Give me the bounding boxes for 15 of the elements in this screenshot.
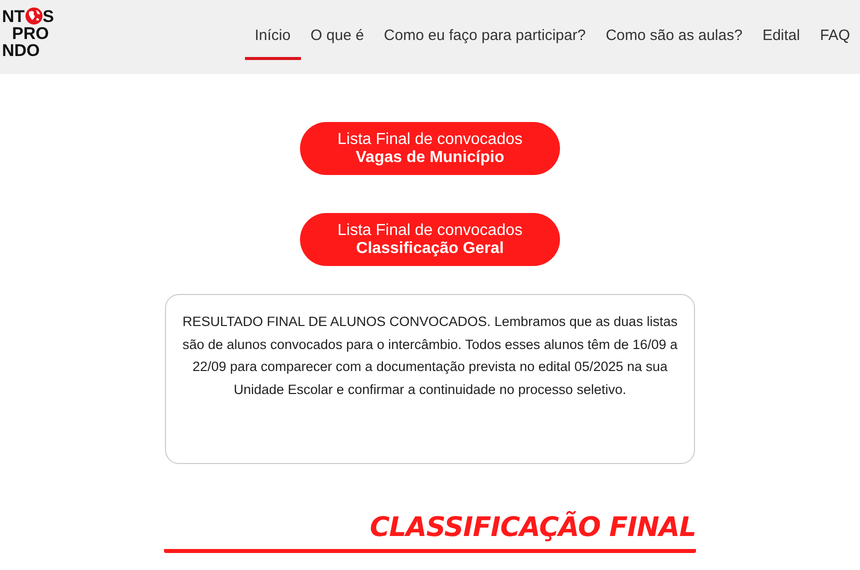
nav-tab[interactable]: Início (244, 0, 301, 60)
nav-tab[interactable]: Como eu faço para participar? (374, 0, 596, 60)
logo-text: PRO (11, 25, 50, 42)
notice-text: RESULTADO FINAL DE ALUNOS CONVOCADOS. Lembramos que as duas listas são de alunos convocados para o intercâmbio. Todos esses alunos têm de 16/09 a 22/09 para comparecer com a documentação prevista no edital 05/2025 na sua Unidade Escolar e confirmar a continuidade no processo seletivo. (181, 313, 679, 399)
globe-icon (24, 7, 43, 25)
logo-text: S (42, 8, 54, 24)
nav-tab[interactable]: Como são as aulas? (596, 0, 752, 60)
nav-tab[interactable]: Edital (752, 0, 810, 60)
logo-text: NDO (2, 42, 41, 59)
nav-tab[interactable]: FAQ (810, 0, 860, 60)
section-heading: CLASSIFICAÇÃO FINAL (368, 512, 696, 543)
list-button[interactable]: Lista Final de convocados Vagas de Município (300, 122, 560, 175)
list-button[interactable]: Lista Final de convocados Classificação Geral (300, 213, 560, 266)
nav-tab[interactable]: O que é (300, 0, 374, 60)
logo-text: NT (2, 8, 25, 24)
